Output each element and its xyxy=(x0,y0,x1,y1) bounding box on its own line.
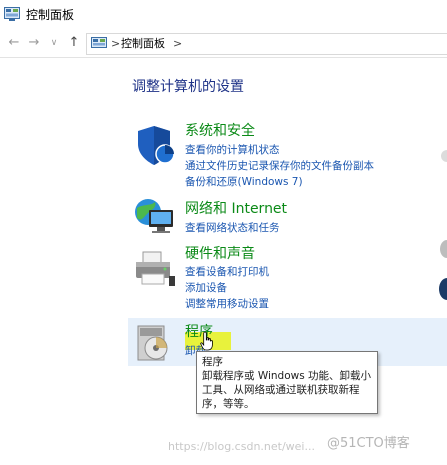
category-system-security[interactable]: 系统和安全 xyxy=(185,122,255,140)
breadcrumb-separator[interactable]: > xyxy=(111,36,120,52)
category-hardware-sound[interactable]: 硬件和声音 xyxy=(185,245,255,263)
forward-button[interactable]: → xyxy=(26,35,42,51)
tooltip-body: 卸载程序或 Windows 功能、卸载小工具、从网络或通过联机获取新程序，等等。 xyxy=(202,370,372,410)
network-globe-icon xyxy=(135,199,173,233)
cropped-icon xyxy=(441,150,447,162)
back-button[interactable]: ← xyxy=(6,35,22,51)
category-network-internet[interactable]: 网络和 Internet xyxy=(185,200,287,218)
hand-cursor-icon xyxy=(200,331,213,351)
watermark-url: https://blog.csdn.net/wei... xyxy=(168,440,315,453)
navigation-bar: ← → ∨ ↑ > 控制面板 > xyxy=(0,30,447,58)
page-heading: 调整计算机的设置 xyxy=(132,79,244,95)
title-bar: 控制面板 xyxy=(0,0,447,30)
printer-icon xyxy=(136,251,175,286)
link-network-status[interactable]: 查看网络状态和任务 xyxy=(185,220,280,236)
cropped-icon xyxy=(439,278,447,300)
breadcrumb-control-panel[interactable]: 控制面板 xyxy=(121,36,165,52)
control-panel-icon xyxy=(4,7,20,21)
recent-locations-button[interactable]: ∨ xyxy=(46,35,62,51)
cropped-icon xyxy=(440,240,447,258)
link-backup-restore[interactable]: 备份和还原(Windows 7) xyxy=(185,174,303,190)
shield-icon xyxy=(138,126,175,165)
control-panel-icon xyxy=(91,37,107,48)
link-view-computer-status[interactable]: 查看你的计算机状态 xyxy=(185,142,280,158)
address-bar[interactable]: > 控制面板 > xyxy=(86,33,447,55)
tooltip-title: 程序 xyxy=(202,356,223,368)
breadcrumb-separator[interactable]: > xyxy=(173,36,182,52)
link-devices-printers[interactable]: 查看设备和打印机 xyxy=(185,264,269,280)
up-button[interactable]: ↑ xyxy=(66,35,82,51)
programs-disc-icon xyxy=(137,325,168,361)
link-file-history-backup[interactable]: 通过文件历史记录保存你的文件备份副本 xyxy=(185,158,374,174)
watermark-brand: @51CTO博客 xyxy=(327,436,410,451)
window-title: 控制面板 xyxy=(26,8,75,22)
link-mobility-settings[interactable]: 调整常用移动设置 xyxy=(185,296,269,312)
tooltip: 程序 卸载程序或 Windows 功能、卸载小工具、从网络或通过联机获取新程序，… xyxy=(196,351,378,414)
link-add-device[interactable]: 添加设备 xyxy=(185,280,227,296)
